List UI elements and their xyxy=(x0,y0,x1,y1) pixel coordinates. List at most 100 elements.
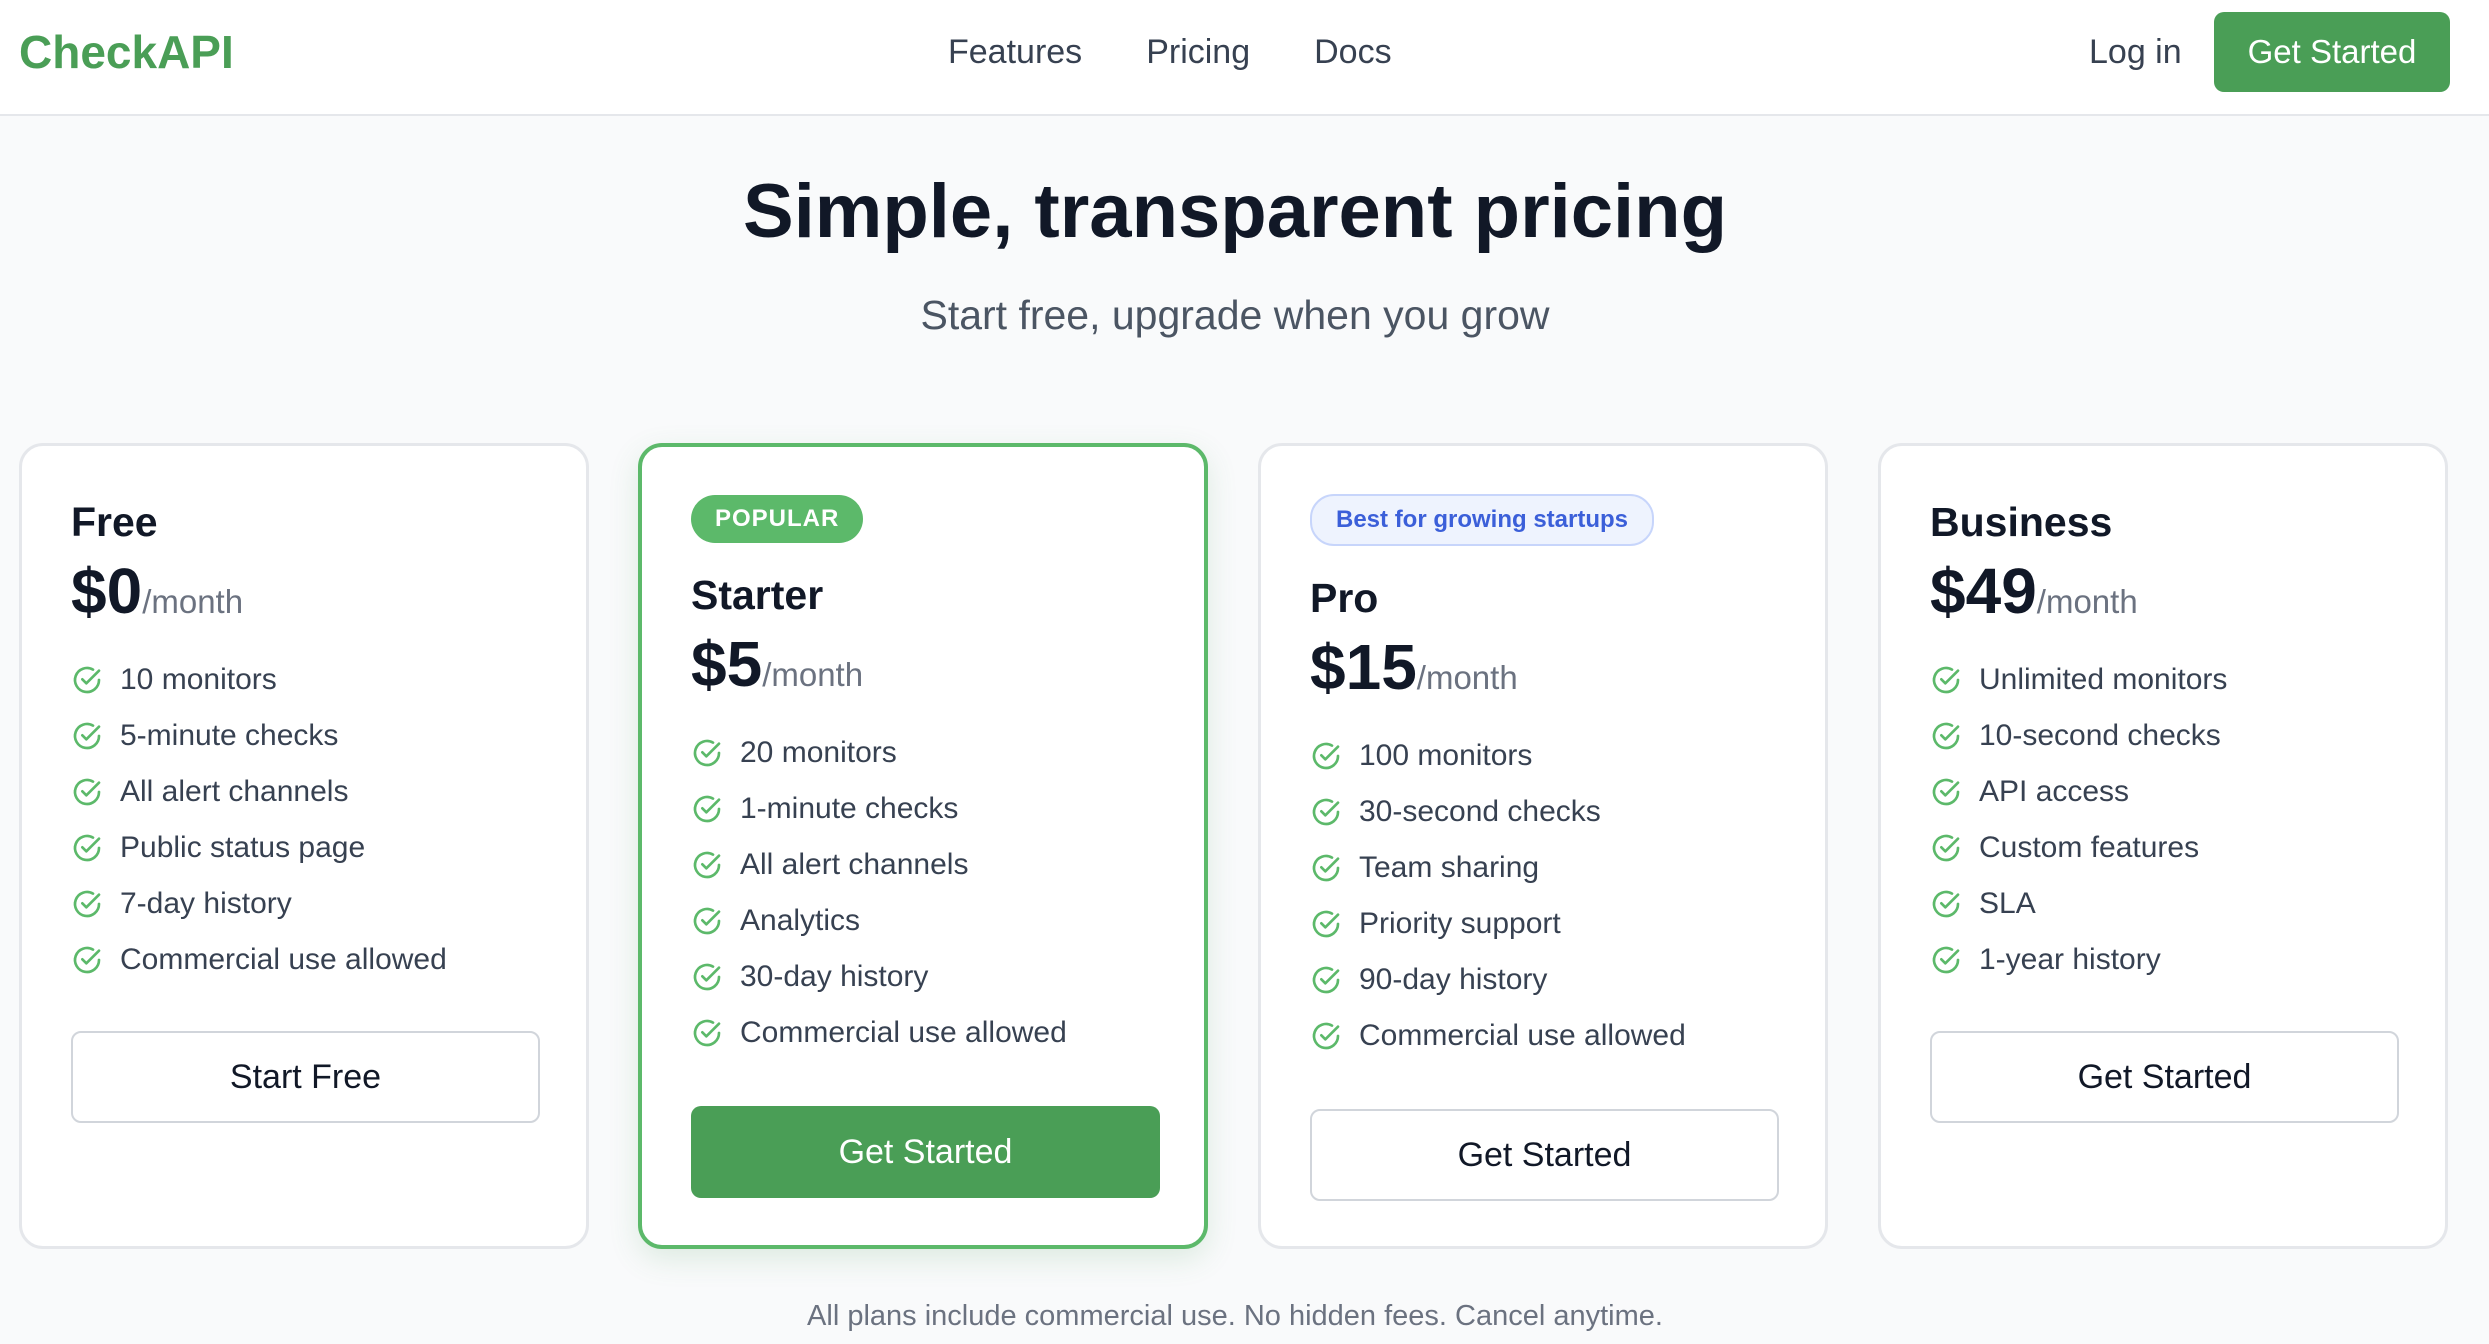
feature-item: 1-year history xyxy=(1930,932,2400,988)
plan-card-free: Free $0/month 10 monitors 5-minute check… xyxy=(19,443,589,1249)
feature-label: 10-second checks xyxy=(1979,719,2221,752)
feature-item: 100 monitors xyxy=(1310,728,1780,784)
nav-link-docs[interactable]: Docs xyxy=(1314,33,1391,72)
feature-label: 30-second checks xyxy=(1359,795,1601,828)
feature-label: 90-day history xyxy=(1359,963,1548,996)
feature-label: Custom features xyxy=(1979,831,2200,864)
feature-list: Unlimited monitors 10-second checks API … xyxy=(1930,652,2400,988)
plan-period: /month xyxy=(142,583,244,620)
check-circle-icon xyxy=(693,907,721,935)
page-title: Simple, transparent pricing xyxy=(743,169,1727,254)
nav-links: Features Pricing Docs xyxy=(948,0,1392,104)
feature-item: 5-minute checks xyxy=(71,708,541,764)
plan-card-content: Business $49/month Unlimited monitors 10… xyxy=(1930,494,2400,988)
check-circle-icon xyxy=(73,946,101,974)
plan-card-business: Business $49/month Unlimited monitors 10… xyxy=(1878,443,2448,1249)
feature-list: 100 monitors 30-second checks Team shari… xyxy=(1310,728,1780,1064)
plan-price-row: $5/month xyxy=(691,629,1161,699)
get-started-pro-button[interactable]: Get Started xyxy=(1310,1109,1779,1201)
check-circle-icon xyxy=(1932,890,1960,918)
plan-period: /month xyxy=(762,656,864,693)
check-circle-icon xyxy=(1932,778,1960,806)
check-circle-icon xyxy=(1312,1022,1340,1050)
feature-item: 10-second checks xyxy=(1930,708,2400,764)
feature-label: 5-minute checks xyxy=(120,719,339,752)
check-circle-icon xyxy=(73,778,101,806)
plan-name: Starter xyxy=(691,572,824,618)
check-circle-icon xyxy=(1932,946,1960,974)
plan-card-pro: Best for growing startups Pro $15/month … xyxy=(1258,443,1828,1249)
check-circle-icon xyxy=(693,795,721,823)
feature-item: All alert channels xyxy=(691,837,1161,893)
feature-label: Commercial use allowed xyxy=(740,1016,1067,1049)
plan-price: $49 xyxy=(1930,555,2037,627)
plan-price: $0 xyxy=(71,555,143,627)
feature-label: 10 monitors xyxy=(120,663,277,696)
feature-label: Unlimited monitors xyxy=(1979,663,2228,696)
feature-item: SLA xyxy=(1930,876,2400,932)
feature-label: 20 monitors xyxy=(740,736,897,769)
feature-label: API access xyxy=(1979,775,2130,808)
feature-list: 20 monitors 1-minute checks All alert ch… xyxy=(691,725,1161,1061)
feature-label: 30-day history xyxy=(740,960,929,993)
check-circle-icon xyxy=(73,834,101,862)
feature-item: 1-minute checks xyxy=(691,781,1161,837)
popular-badge: POPULAR xyxy=(691,495,864,543)
feature-label: Commercial use allowed xyxy=(1359,1019,1686,1052)
feature-item: 7-day history xyxy=(71,876,541,932)
feature-label: Priority support xyxy=(1359,907,1561,940)
feature-label: Public status page xyxy=(120,831,366,864)
get-started-starter-button[interactable]: Get Started xyxy=(691,1106,1160,1198)
feature-item: Commercial use allowed xyxy=(691,1005,1161,1061)
feature-item: Commercial use allowed xyxy=(1310,1008,1780,1064)
plan-name: Free xyxy=(71,499,158,545)
feature-item: 20 monitors xyxy=(691,725,1161,781)
plan-price-row: $0/month xyxy=(71,556,541,626)
feature-item: API access xyxy=(1930,764,2400,820)
feature-item: Team sharing xyxy=(1310,840,1780,896)
check-circle-icon xyxy=(1312,910,1340,938)
start-free-button[interactable]: Start Free xyxy=(71,1031,540,1123)
feature-item: Unlimited monitors xyxy=(1930,652,2400,708)
feature-label: Commercial use allowed xyxy=(120,943,447,976)
footer-note: All plans include commercial use. No hid… xyxy=(807,1300,1663,1332)
feature-label: SLA xyxy=(1979,887,2036,920)
feature-label: Analytics xyxy=(740,904,861,937)
login-link[interactable]: Log in xyxy=(2089,0,2182,104)
plan-period: /month xyxy=(1416,659,1518,696)
nav-link-features[interactable]: Features xyxy=(948,33,1082,72)
check-circle-icon xyxy=(73,666,101,694)
check-circle-icon xyxy=(1932,722,1960,750)
check-circle-icon xyxy=(73,722,101,750)
feature-label: 7-day history xyxy=(120,887,292,920)
feature-label: 1-minute checks xyxy=(740,792,959,825)
check-circle-icon xyxy=(693,1019,721,1047)
feature-label: 100 monitors xyxy=(1359,739,1533,772)
plan-card-content: Free $0/month 10 monitors 5-minute check… xyxy=(71,494,541,988)
feature-label: Team sharing xyxy=(1359,851,1540,884)
check-circle-icon xyxy=(1312,742,1340,770)
feature-item: Commercial use allowed xyxy=(71,932,541,988)
check-circle-icon xyxy=(693,851,721,879)
get-started-business-button[interactable]: Get Started xyxy=(1930,1031,2399,1123)
check-circle-icon xyxy=(1932,834,1960,862)
top-nav: CheckAPI Features Pricing Docs Log in Ge… xyxy=(0,0,2489,116)
feature-item: 30-day history xyxy=(691,949,1161,1005)
feature-label: All alert channels xyxy=(740,848,969,881)
nav-link-pricing[interactable]: Pricing xyxy=(1146,33,1250,72)
plan-name: Pro xyxy=(1310,575,1379,621)
feature-item: 90-day history xyxy=(1310,952,1780,1008)
get-started-nav-button[interactable]: Get Started xyxy=(2214,12,2450,92)
feature-list: 10 monitors 5-minute checks All alert ch… xyxy=(71,652,541,988)
feature-item: Priority support xyxy=(1310,896,1780,952)
logo[interactable]: CheckAPI xyxy=(19,0,234,104)
feature-label: 1-year history xyxy=(1979,943,2161,976)
check-circle-icon xyxy=(1312,966,1340,994)
plan-price-row: $49/month xyxy=(1930,556,2400,626)
check-circle-icon xyxy=(1312,798,1340,826)
feature-item: 10 monitors xyxy=(71,652,541,708)
check-circle-icon xyxy=(693,739,721,767)
check-circle-icon xyxy=(1932,666,1960,694)
check-circle-icon xyxy=(73,890,101,918)
feature-item: Analytics xyxy=(691,893,1161,949)
